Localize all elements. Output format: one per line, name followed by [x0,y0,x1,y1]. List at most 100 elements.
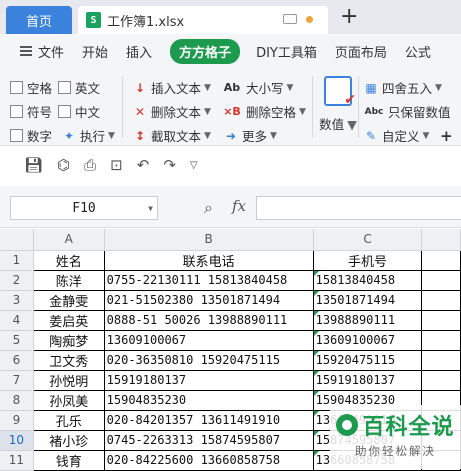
cell-name[interactable]: 孔乐 [33,410,105,431]
cell-phone[interactable]: 0745-2263313 15874595807 [104,430,314,451]
cell-empty[interactable] [421,290,461,311]
chevron-down-icon[interactable]: ▼ [148,204,153,213]
chevron-down-icon: ▼ [204,82,211,93]
cell-phone[interactable]: 联系电话 [104,250,314,271]
round-button[interactable]: ▦ 四舍五入 ▼ [364,78,442,97]
cell-name[interactable]: 金静雯 [33,290,105,311]
cell-mobile[interactable]: 13501871494 [313,290,423,311]
row-header[interactable]: 2 [0,270,34,291]
checkbox-chinese[interactable]: 中文 [58,102,100,121]
row-header[interactable]: 8 [0,390,34,411]
redo-icon[interactable]: ↷ [163,156,176,174]
cell-empty[interactable] [421,270,461,291]
cell-mobile[interactable]: 15813840458 [313,270,423,291]
undo-icon[interactable]: ↶ [137,156,150,174]
menu-formulas[interactable]: 公式 [405,42,431,61]
case-button[interactable]: Ab 大小写 ▼ [222,78,294,97]
cell-phone[interactable]: 13609100067 [104,330,314,351]
cell-name[interactable]: 钱育 [33,450,105,471]
cell-name[interactable]: 孙悦明 [33,370,105,391]
tab-workbook[interactable]: S 工作簿1.xlsx [78,6,328,34]
cell-empty[interactable] [421,330,461,351]
insert-text-button[interactable]: ↓ 插入文本 ▼ [133,78,211,97]
cell-empty[interactable] [421,370,461,391]
row-header[interactable]: 9 [0,410,34,431]
menu-insert[interactable]: 插入 [126,42,152,61]
plus-icon[interactable]: + [439,127,453,145]
format-painter-icon[interactable]: ⌬ [57,156,70,174]
print-preview-icon[interactable]: ⊡ [110,156,123,174]
cell-phone[interactable]: 020-84201357 13611491910 [104,410,314,431]
cell-phone[interactable]: 021-51502380 13501871494 [104,290,314,311]
cell-mobile[interactable]: 13609100067 [313,330,423,351]
cell-mobile[interactable]: 15920475115 [313,350,423,371]
checkbox-box[interactable] [10,105,23,118]
tab-home[interactable]: 首页 [6,6,72,34]
column-header-d[interactable] [421,229,461,251]
custom-button[interactable]: ✎ 自定义 ▼ + [364,126,457,145]
column-header-c[interactable]: C [313,229,423,251]
name-box[interactable]: F10 ▼ [10,196,158,220]
row-header[interactable]: 10 [0,430,34,451]
cell-phone[interactable]: 020-84225600 13660858758 [104,450,314,471]
row-header[interactable]: 1 [0,250,34,271]
cell-empty[interactable] [421,310,461,331]
new-tab-plus-icon[interactable]: + [340,6,358,28]
checkbox-english[interactable]: 英文 [58,78,100,97]
execute-button[interactable]: ✦ 执行 ▼ [62,126,115,145]
row-header[interactable]: 6 [0,350,34,371]
column-header-b[interactable]: B [104,229,314,251]
checkbox-symbol[interactable]: 符号 [10,102,52,121]
function-icon[interactable]: fx [232,197,246,215]
checkbox-box[interactable] [58,105,71,118]
more-button[interactable]: ➜ 更多 ▼ [224,126,277,145]
monitor-icon[interactable] [283,14,297,24]
checkbox-space[interactable]: 空格 [10,78,52,97]
extract-text-button[interactable]: ↕ 截取文本 ▼ [133,126,211,145]
delete-spaces-button[interactable]: ×B 删除空格 ▼ [222,102,306,121]
keep-values-button[interactable]: Abc 只保留数值 [364,102,451,121]
checkbox-number[interactable]: 数字 [10,126,52,145]
hamburger-menu-icon[interactable] [20,46,32,56]
menu-file[interactable]: 文件 [38,42,64,61]
cell-mobile[interactable]: 15919180137 [313,370,423,391]
cell-empty[interactable] [421,250,461,271]
cell-phone[interactable]: 15904835230 [104,390,314,411]
cell-empty[interactable] [421,350,461,371]
delete-text-button[interactable]: ✕ 删除文本 ▼ [133,102,211,121]
case-icon: Ab [223,81,241,94]
cell-name[interactable]: 陶痴梦 [33,330,105,351]
checkbox-box[interactable] [10,129,23,142]
cell-phone[interactable]: 0755-22130111 15813840458 [104,270,314,291]
cell-phone[interactable]: 020-36350810 15920475115 [104,350,314,371]
cell-mobile[interactable]: 13988890111 [313,310,423,331]
select-all-corner[interactable] [0,229,34,251]
cell-name[interactable]: 卫文秀 [33,350,105,371]
row-header[interactable]: 4 [0,310,34,331]
menu-diy-toolbox[interactable]: DIY工具箱 [256,42,317,61]
menu-page-layout[interactable]: 页面布局 [335,42,387,61]
cell-name[interactable]: 姓名 [33,250,105,271]
row-header[interactable]: 3 [0,290,34,311]
column-header-a[interactable]: A [33,229,105,251]
cell-name[interactable]: 孙凤美 [33,390,105,411]
menu-home[interactable]: 开始 [82,42,108,61]
save-icon[interactable]: 💾︎ [24,156,43,174]
menu-fangfang-gezi[interactable]: 方方格子 [170,38,241,64]
number-button[interactable]: 数值▼ [318,74,358,142]
customize-dropdown-icon[interactable]: ▽ [190,160,198,171]
row-header[interactable]: 7 [0,370,34,391]
zoom-icon[interactable]: ⌕ [204,198,213,218]
cell-mobile[interactable]: 手机号 [313,250,423,271]
cell-name[interactable]: 陈洋 [33,270,105,291]
formula-input[interactable] [256,196,461,220]
cell-name[interactable]: 褚小珍 [33,430,105,451]
row-header[interactable]: 11 [0,450,34,471]
cell-name[interactable]: 姜启英 [33,310,105,331]
checkbox-box[interactable] [58,81,71,94]
cell-phone[interactable]: 0888-51 50026 13988890111 [104,310,314,331]
print-icon[interactable]: ⎙ [84,156,96,174]
cell-phone[interactable]: 15919180137 [104,370,314,391]
row-header[interactable]: 5 [0,330,34,351]
checkbox-box[interactable] [10,81,23,94]
